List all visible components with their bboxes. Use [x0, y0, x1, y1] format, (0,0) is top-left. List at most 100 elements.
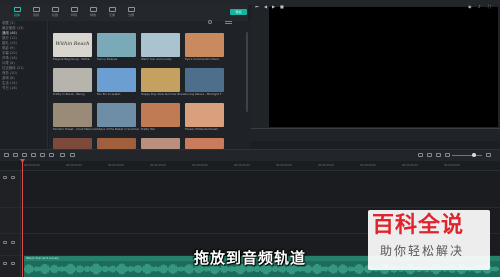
- ruler-tick-label: 00:00:15:00: [150, 164, 166, 167]
- library-toolbar: 媒体 音频 标题 转场 特效 元素 分屏: [0, 5, 248, 21]
- tab-label: 转场: [70, 13, 77, 17]
- speed-icon[interactable]: [49, 153, 54, 157]
- thumbnail-label: Sunny Palaces: [97, 57, 118, 61]
- media-thumbnail[interactable]: [185, 138, 224, 149]
- tab-label: 音频: [32, 13, 39, 17]
- color-icon[interactable]: [60, 153, 65, 157]
- thumbnail-label: Familiar Street - Clout Memories: [53, 127, 97, 131]
- tab-elements[interactable]: 元素: [103, 5, 121, 21]
- media-thumbnail[interactable]: [97, 103, 136, 127]
- play-icon[interactable]: ▶: [272, 5, 276, 9]
- ruler-tick-label: 00:00:30:00: [276, 164, 292, 167]
- category-panel: 收藏 (3) 最近使用 (13) 通用 (48) 旅行 (12) 婚礼 (15)…: [0, 21, 48, 149]
- ruler-tick-label: 00:00:10:00: [108, 164, 124, 167]
- elements-icon: [108, 7, 116, 12]
- snapshot-icon[interactable]: ◉: [468, 5, 472, 9]
- media-thumbnail[interactable]: [141, 33, 180, 57]
- media-thumbnail[interactable]: [141, 103, 180, 127]
- zoom-out-icon[interactable]: [445, 153, 450, 157]
- preview-progress-bar[interactable]: [251, 128, 500, 129]
- tab-label: 分屏: [127, 13, 134, 17]
- tab-label: 特效: [89, 13, 96, 17]
- thumbnail-label: Loving Palace - Midnight T: [185, 92, 222, 96]
- media-thumbnail[interactable]: [97, 33, 136, 57]
- filter-icon[interactable]: [225, 21, 232, 24]
- thumbnail-label: Flower (Extended beat): [185, 127, 218, 131]
- media-thumbnail[interactable]: [53, 103, 92, 127]
- eye-icon[interactable]: [11, 176, 15, 179]
- split-screen-icon: [127, 7, 135, 12]
- thumbnail-label: Share of the Ballet in Summer: [97, 127, 140, 131]
- track-divider: [0, 207, 500, 208]
- media-thumbnail[interactable]: [185, 68, 224, 92]
- skip-back-icon[interactable]: ⏮: [255, 5, 259, 9]
- fullscreen-icon[interactable]: ⛶: [488, 5, 492, 9]
- title-icon: [51, 7, 59, 12]
- zoom-slider[interactable]: [452, 155, 482, 156]
- media-thumbnail[interactable]: [97, 68, 136, 92]
- tab-label: 媒体: [13, 13, 20, 17]
- marker-icon[interactable]: [427, 153, 432, 157]
- tab-media[interactable]: 媒体: [8, 5, 26, 21]
- ruler-tick-label: 00:00:20:00: [192, 164, 208, 167]
- audio-mixer-icon[interactable]: [70, 153, 75, 157]
- category-item[interactable]: 节日 (16): [0, 86, 47, 91]
- media-thumbnail[interactable]: [97, 138, 136, 149]
- media-thumbnail[interactable]: [141, 138, 180, 149]
- timeline-toolbar: [0, 149, 500, 161]
- media-thumbnail[interactable]: [185, 33, 224, 57]
- tab-effects[interactable]: 特效: [84, 5, 102, 21]
- volume-icon[interactable]: ♪: [478, 5, 482, 9]
- step-back-icon[interactable]: ◀: [264, 5, 268, 9]
- transition-icon: [70, 7, 78, 12]
- thumbnail-label: Pretty In Brook - Being: [53, 92, 85, 96]
- render-icon[interactable]: [418, 153, 423, 157]
- delete-icon[interactable]: [22, 153, 27, 157]
- ruler-tick-label: 00:00:25:00: [234, 164, 250, 167]
- media-thumbnail[interactable]: [141, 68, 180, 92]
- tab-audio[interactable]: 音频: [27, 5, 45, 21]
- media-thumbnail[interactable]: [185, 103, 224, 127]
- tab-label: 标题: [51, 13, 58, 17]
- video-editor-window: 媒体 音频 标题 转场 特效 元素 分屏 导出 ⏮ ◀ ▶ ■ ◉ ♪ ⛶ 收藏…: [0, 0, 500, 277]
- media-icon: [13, 7, 21, 12]
- lock-icon[interactable]: [3, 241, 7, 244]
- zoom-slider-handle[interactable]: [472, 153, 476, 157]
- preview-controls: [251, 127, 500, 141]
- lock-icon[interactable]: [3, 176, 7, 179]
- thumbnail-label: Elegant Beginning - Within: [53, 57, 91, 61]
- voiceover-icon[interactable]: [436, 153, 441, 157]
- watermark-title: 百科全说: [372, 213, 465, 238]
- ruler-tick-label: 00:00:00:00: [24, 164, 40, 167]
- thumbnail-label: Warm Sun and Lonely: [141, 57, 172, 61]
- effects-icon: [89, 7, 97, 12]
- thumbnail-label: Pretty Tell: [141, 127, 155, 131]
- undo-icon[interactable]: [4, 153, 9, 157]
- search-icon[interactable]: [208, 20, 212, 24]
- media-thumbnail[interactable]: Within Reach: [53, 33, 92, 57]
- stop-icon[interactable]: ■: [280, 5, 284, 9]
- export-button[interactable]: 导出: [230, 9, 247, 15]
- thumbnail-label: Eye's Comments's Piano: [185, 57, 220, 61]
- tab-label: 元素: [108, 13, 115, 17]
- cut-icon[interactable]: [31, 153, 36, 157]
- thumbnail-label: Happy Day Slow Summer Break: [141, 92, 185, 96]
- grid-scrollbar[interactable]: [246, 32, 248, 112]
- ruler-tick-label: 00:00:45:00: [402, 164, 418, 167]
- thumbnail-label: Fan B's to splash: [97, 92, 121, 96]
- tab-title[interactable]: 标题: [46, 5, 64, 21]
- ruler-tick-label: 00:00:05:00: [66, 164, 82, 167]
- crop-icon[interactable]: [40, 153, 45, 157]
- redo-icon[interactable]: [13, 153, 18, 157]
- tab-transition[interactable]: 转场: [65, 5, 83, 21]
- media-thumbnail[interactable]: [53, 138, 92, 149]
- audio-icon: [32, 7, 40, 12]
- zoom-in-icon[interactable]: [486, 153, 491, 157]
- tab-split-screen[interactable]: 分屏: [122, 5, 140, 21]
- speaker-icon[interactable]: [11, 241, 15, 244]
- media-thumbnail[interactable]: [53, 68, 92, 92]
- preview-screen: [269, 7, 498, 128]
- thumbnail-title-text: Within Reach: [55, 41, 90, 47]
- ruler-tick-label: 00:00:35:00: [318, 164, 334, 167]
- watermark-slogan: 助你轻松解决: [380, 244, 465, 258]
